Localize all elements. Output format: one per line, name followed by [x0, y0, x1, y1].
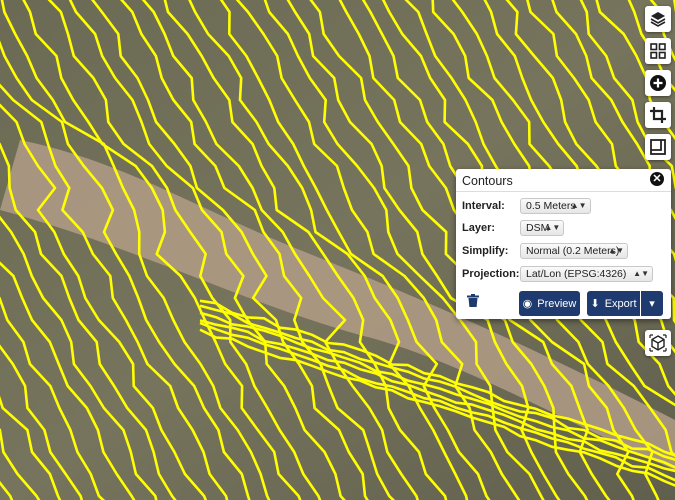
- projection-select[interactable]: Lat/Lon (EPSG:4326) ▲▼: [520, 266, 653, 282]
- layers-button[interactable]: [645, 6, 671, 32]
- crop-button[interactable]: [645, 102, 671, 128]
- select-arrows-icon: ▲▼: [570, 201, 587, 210]
- simplify-label: Simplify:: [462, 245, 509, 257]
- panel-title: Contours: [462, 174, 513, 188]
- zoom-in-icon: [650, 75, 666, 91]
- layer-select[interactable]: DSM ▲▼: [520, 220, 565, 236]
- interval-value: 0.5 Meters: [526, 200, 576, 212]
- trash-icon[interactable]: [467, 294, 479, 307]
- projection-value: Lat/Lon (EPSG:4326): [526, 268, 627, 280]
- contours-panel: Contours ✕ Interval: 0.5 Meters ▲▼ Layer…: [456, 169, 671, 319]
- export-button[interactable]: ⬇ Export: [587, 291, 640, 316]
- crop-icon: [650, 107, 666, 123]
- download-icon: ⬇: [590, 298, 600, 310]
- interval-select[interactable]: 0.5 Meters ▲▼: [520, 198, 591, 214]
- export-menu-button[interactable]: ▾: [641, 291, 663, 316]
- caret-down-icon: ▾: [649, 298, 655, 310]
- select-arrows-icon: ▲▼: [608, 246, 624, 255]
- eye-icon: ◉: [522, 298, 533, 310]
- measure-button[interactable]: [645, 134, 671, 160]
- 3d-view-button[interactable]: [645, 330, 671, 356]
- cube-icon: [649, 334, 667, 352]
- layers-icon: [650, 12, 666, 27]
- simplify-select[interactable]: Normal (0.2 Meters) ▲▼: [520, 243, 628, 259]
- grid-button[interactable]: [645, 38, 671, 64]
- simplify-value: Normal (0.2 Meters): [526, 245, 620, 257]
- grid-icon: [650, 43, 666, 59]
- select-arrows-icon: ▲▼: [633, 269, 649, 278]
- zoom-in-button[interactable]: [645, 70, 671, 96]
- select-arrows-icon: ▲▼: [544, 223, 561, 232]
- layer-label: Layer:: [462, 222, 496, 234]
- preview-label: Preview: [537, 297, 577, 310]
- export-label: Export: [604, 297, 637, 310]
- measure-icon: [650, 139, 666, 155]
- close-icon[interactable]: ✕: [650, 172, 664, 186]
- projection-label: Projection:: [462, 268, 520, 280]
- preview-button[interactable]: ◉ Preview: [519, 291, 580, 316]
- panel-header: Contours ✕: [456, 169, 671, 192]
- interval-label: Interval:: [462, 200, 505, 212]
